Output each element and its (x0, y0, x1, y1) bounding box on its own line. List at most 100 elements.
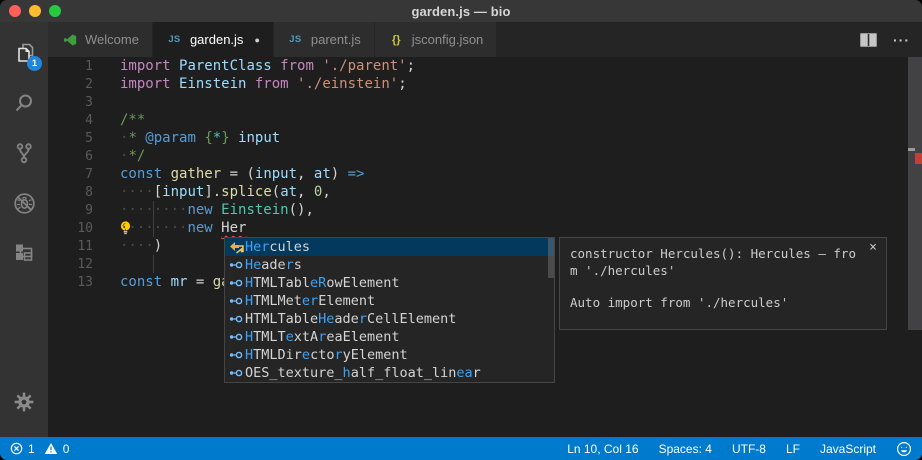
code-line[interactable]: 7const gather = (input, at) => (48, 165, 922, 183)
suggest-item-label: HTMLDirectoryElement (245, 347, 408, 363)
editor-scrollbar[interactable] (908, 57, 922, 437)
global-symbol-icon (227, 258, 245, 272)
code-text: /** (120, 111, 145, 129)
code-text: ····) (120, 237, 162, 255)
code-line[interactable]: 4/** (48, 111, 922, 129)
line-number: 7 (48, 166, 120, 184)
suggest-item-label: HTMLTableHeaderCellElement (245, 311, 456, 327)
line-number: 3 (48, 94, 120, 112)
code-text: import ParentClass from './parent'; (120, 57, 415, 75)
suggest-item[interactable]: HTMLTextAreaElement (225, 328, 554, 346)
global-symbol-icon (227, 348, 245, 362)
extensions-icon (12, 241, 36, 265)
tab-label: garden.js (190, 32, 243, 47)
overview-cursor-marker (908, 148, 915, 151)
line-number: 8 (48, 184, 120, 202)
sidebar-item-extensions[interactable] (0, 228, 48, 278)
line-number: 5 (48, 130, 120, 148)
suggest-item[interactable]: HTMLTableHeaderCellElement (225, 310, 554, 328)
split-editor-icon[interactable] (860, 33, 877, 47)
code-line[interactable]: 5·* @param {*} input (48, 129, 922, 147)
suggest-scrollbar[interactable] (548, 238, 554, 278)
code-text: ········new Her (120, 219, 246, 237)
close-window-button[interactable] (9, 5, 21, 17)
suggest-item[interactable]: HTMLDirectoryElement (225, 346, 554, 364)
code-line[interactable]: 6·*/ (48, 147, 922, 165)
code-text: ····[input].splice(at, 0, (120, 183, 331, 201)
code-editor[interactable]: 1import ParentClass from './parent';2imp… (48, 57, 922, 437)
tab-parent-js[interactable]: JS parent.js (274, 22, 375, 57)
code-text: ·*/ (120, 147, 145, 165)
tab-label: jsconfig.json (412, 32, 484, 47)
language-mode-status[interactable]: JavaScript (820, 442, 876, 456)
eol-status[interactable]: LF (786, 442, 800, 456)
suggest-item[interactable]: HTMLTableRowElement (225, 274, 554, 292)
suggest-item[interactable]: Hercules (225, 238, 554, 256)
code-line[interactable]: 10········new Her (48, 219, 922, 237)
suggest-item-label: Headers (245, 257, 302, 273)
global-symbol-icon (227, 366, 245, 380)
activity-bar: 1 (0, 22, 48, 437)
error-count: 1 (28, 442, 35, 456)
suggest-list: Hercules Headers HTMLTableRowElement HTMLMe… (225, 238, 554, 382)
sidebar-item-explorer[interactable]: 1 (0, 28, 48, 78)
class-symbol-icon (227, 241, 245, 254)
global-symbol-icon (227, 330, 245, 344)
cursor-position-status[interactable]: Ln 10, Col 16 (567, 442, 638, 456)
code-line[interactable]: 2import Einstein from './einstein'; (48, 75, 922, 93)
title-bar: garden.js — bio (0, 0, 922, 22)
suggest-item-label: HTMLTableRowElement (245, 275, 399, 291)
gear-icon (13, 391, 35, 413)
suggest-docs-signature: constructor Hercules(): Hercules — from … (570, 245, 862, 279)
code-text: const gather = (input, at) => (120, 165, 364, 183)
line-number: 6 (48, 148, 120, 166)
problems-status[interactable]: 1 0 (10, 442, 69, 456)
global-symbol-icon (227, 312, 245, 326)
js-icon: JS (166, 34, 183, 45)
suggest-item-label: Hercules (245, 239, 310, 255)
close-icon[interactable]: × (869, 240, 877, 255)
overview-error-marker (915, 153, 922, 164)
window-title: garden.js — bio (411, 4, 510, 19)
tab-welcome[interactable]: Welcome (48, 22, 153, 57)
js-icon: JS (287, 34, 304, 45)
suggest-item-label: HTMLTextAreaElement (245, 329, 399, 345)
zoom-window-button[interactable] (49, 5, 61, 17)
minimize-window-button[interactable] (29, 5, 41, 17)
suggest-item-label: OES_texture_half_float_linear (245, 365, 481, 381)
tab-bar: Welcome JS garden.js ● JS parent.js {} j… (48, 22, 922, 57)
vscode-window: garden.js — bio 1 (0, 0, 922, 460)
error-icon (10, 442, 23, 455)
indentation-status[interactable]: Spaces: 4 (659, 442, 712, 456)
suggest-item-label: HTMLMeterElement (245, 293, 375, 309)
suggest-item[interactable]: OES_texture_half_float_linear (225, 364, 554, 382)
code-text: ········new Einstein(), (120, 201, 314, 219)
warning-count: 0 (63, 442, 70, 456)
settings-gear-button[interactable] (0, 377, 48, 427)
tab-garden-js[interactable]: JS garden.js ● (153, 22, 274, 57)
indent-guide (153, 255, 154, 273)
modified-dot[interactable]: ● (254, 35, 259, 45)
code-line[interactable]: 8····[input].splice(at, 0, (48, 183, 922, 201)
sidebar-item-search[interactable] (0, 78, 48, 128)
line-number: 9 (48, 202, 120, 220)
code-line[interactable]: 3 (48, 93, 922, 111)
suggest-item[interactable]: Headers (225, 256, 554, 274)
traffic-lights (9, 0, 61, 22)
suggest-item[interactable]: HTMLMeterElement (225, 292, 554, 310)
feedback-smiley-icon[interactable] (896, 441, 912, 457)
warning-icon (44, 442, 58, 455)
sidebar-item-source-control[interactable] (0, 128, 48, 178)
code-line[interactable]: 1import ParentClass from './parent'; (48, 57, 922, 75)
tab-jsconfig-json[interactable]: {} jsconfig.json (375, 22, 498, 57)
scrollbar-thumb[interactable] (908, 57, 922, 330)
code-line[interactable]: 9········new Einstein(), (48, 201, 922, 219)
line-number: 13 (48, 274, 120, 292)
sidebar-item-debug[interactable] (0, 178, 48, 228)
encoding-status[interactable]: UTF-8 (732, 442, 766, 456)
line-number: 2 (48, 76, 120, 94)
more-actions-icon[interactable]: ··· (893, 32, 910, 48)
git-branch-icon (12, 141, 36, 165)
search-icon (12, 91, 36, 115)
line-number: 10 (48, 220, 120, 238)
